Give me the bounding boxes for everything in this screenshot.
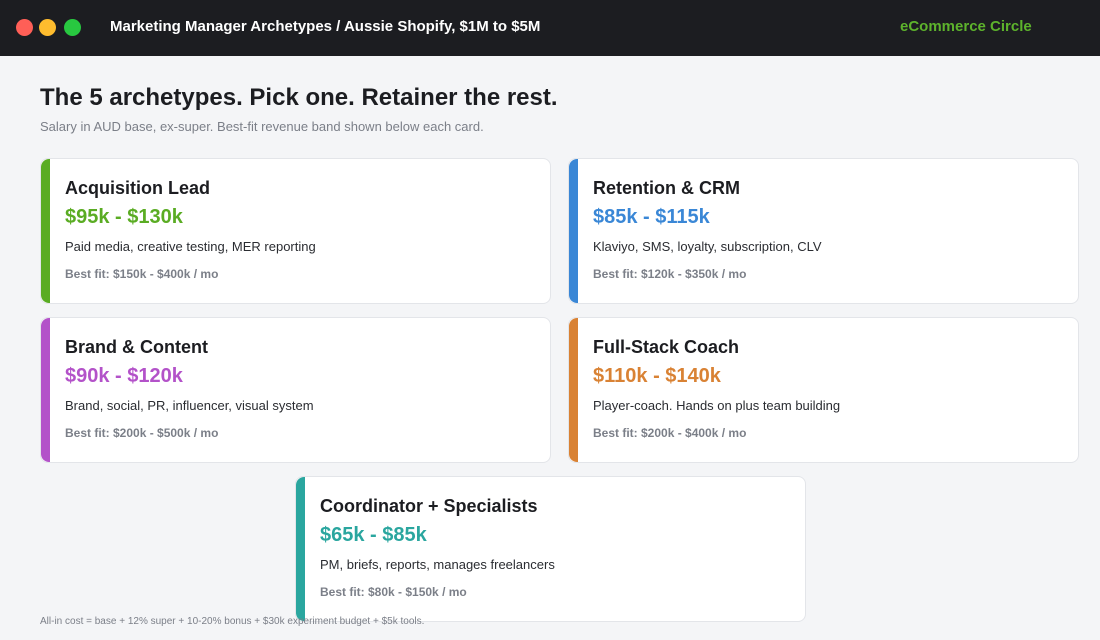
card-best-fit: Best fit: $80k - $150k / mo <box>320 585 467 599</box>
page-subtitle: Salary in AUD base, ex-super. Best-fit r… <box>40 119 484 134</box>
card-accent-bar <box>41 159 50 303</box>
card-accent-bar <box>296 477 305 621</box>
archetype-card-brand-content: Brand & Content $90k - $120k Brand, soci… <box>40 317 551 463</box>
card-title: Retention & CRM <box>593 178 740 198</box>
archetype-card-coordinator-specialists: Coordinator + Specialists $65k - $85k PM… <box>295 476 806 622</box>
card-accent-bar <box>569 159 578 303</box>
card-description: PM, briefs, reports, manages freelancers <box>320 557 555 572</box>
close-window-button[interactable] <box>16 19 33 36</box>
card-salary: $110k - $140k <box>593 365 721 387</box>
archetype-card-full-stack-coach: Full-Stack Coach $110k - $140k Player-co… <box>568 317 1079 463</box>
card-accent-bar <box>569 318 578 462</box>
card-title: Full-Stack Coach <box>593 337 740 357</box>
cost-footnote: All-in cost = base + 12% super + 10-20% … <box>40 616 425 627</box>
card-salary: $95k - $130k <box>65 206 183 228</box>
archetype-card-retention-crm: Retention & CRM $85k - $115k Klaviyo, SM… <box>568 158 1079 304</box>
card-title: Acquisition Lead <box>65 178 211 198</box>
card-description: Paid media, creative testing, MER report… <box>65 239 316 254</box>
card-title: Coordinator + Specialists <box>320 496 538 516</box>
card-description: Klaviyo, SMS, loyalty, subscription, CLV <box>593 239 822 254</box>
card-best-fit: Best fit: $150k - $400k / mo <box>65 267 219 281</box>
maximize-window-button[interactable] <box>64 19 81 36</box>
card-description: Player-coach. Hands on plus team buildin… <box>593 398 841 413</box>
archetype-card-acquisition-lead: Acquisition Lead $95k - $130k Paid media… <box>40 158 551 304</box>
title-bar: Marketing Manager Archetypes / Aussie Sh… <box>0 0 1100 56</box>
brand-label: eCommerce Circle <box>900 18 1032 35</box>
card-description: Brand, social, PR, influencer, visual sy… <box>65 398 314 413</box>
card-accent-bar <box>41 318 50 462</box>
card-best-fit: Best fit: $200k - $500k / mo <box>65 426 219 440</box>
card-salary: $65k - $85k <box>320 524 427 546</box>
card-salary: $85k - $115k <box>593 206 710 228</box>
window-title: Marketing Manager Archetypes / Aussie Sh… <box>110 18 541 35</box>
page-title: The 5 archetypes. Pick one. Retainer the… <box>40 84 558 111</box>
card-best-fit: Best fit: $120k - $350k / mo <box>593 267 747 281</box>
card-best-fit: Best fit: $200k - $400k / mo <box>593 426 747 440</box>
card-salary: $90k - $120k <box>65 365 183 387</box>
minimize-window-button[interactable] <box>39 19 56 36</box>
card-title: Brand & Content <box>65 337 208 357</box>
